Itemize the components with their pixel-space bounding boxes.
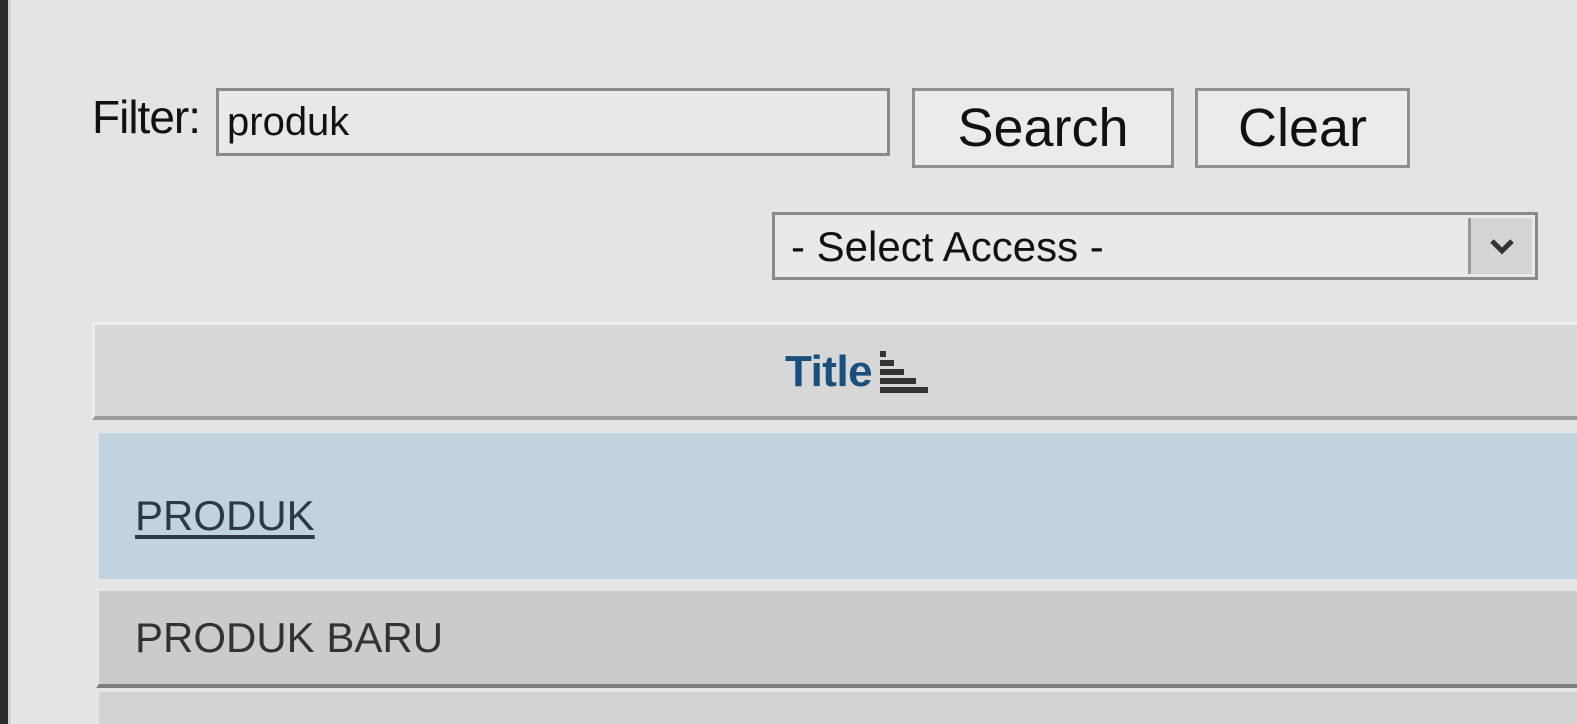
- table-row-partial: [96, 692, 1577, 724]
- dropdown-button[interactable]: [1468, 218, 1532, 274]
- search-button[interactable]: Search: [912, 88, 1174, 168]
- row-label-produk-baru[interactable]: PRODUK BARU: [135, 614, 443, 662]
- table-header: Title: [92, 322, 1577, 420]
- chevron-down-icon: [1489, 239, 1514, 255]
- column-title-label[interactable]: Title: [785, 347, 873, 397]
- filter-input[interactable]: [216, 88, 890, 156]
- row-link-produk[interactable]: PRODUK: [135, 492, 315, 540]
- filter-label: Filter:: [92, 91, 201, 143]
- sort-ascending-icon: [880, 351, 929, 393]
- results-table: Title PRODUK PRODUK BARU: [92, 322, 1577, 724]
- access-select-value: - Select Access -: [791, 223, 1104, 270]
- title-column-header[interactable]: Title: [785, 347, 930, 397]
- table-row[interactable]: PRODUK BARU: [96, 588, 1577, 688]
- table-row-selected[interactable]: PRODUK: [96, 430, 1577, 582]
- window-left-border: [0, 0, 8, 724]
- window-left-border-highlight: [8, 0, 11, 724]
- access-select[interactable]: - Select Access -: [772, 212, 1538, 280]
- clear-button[interactable]: Clear: [1195, 88, 1410, 168]
